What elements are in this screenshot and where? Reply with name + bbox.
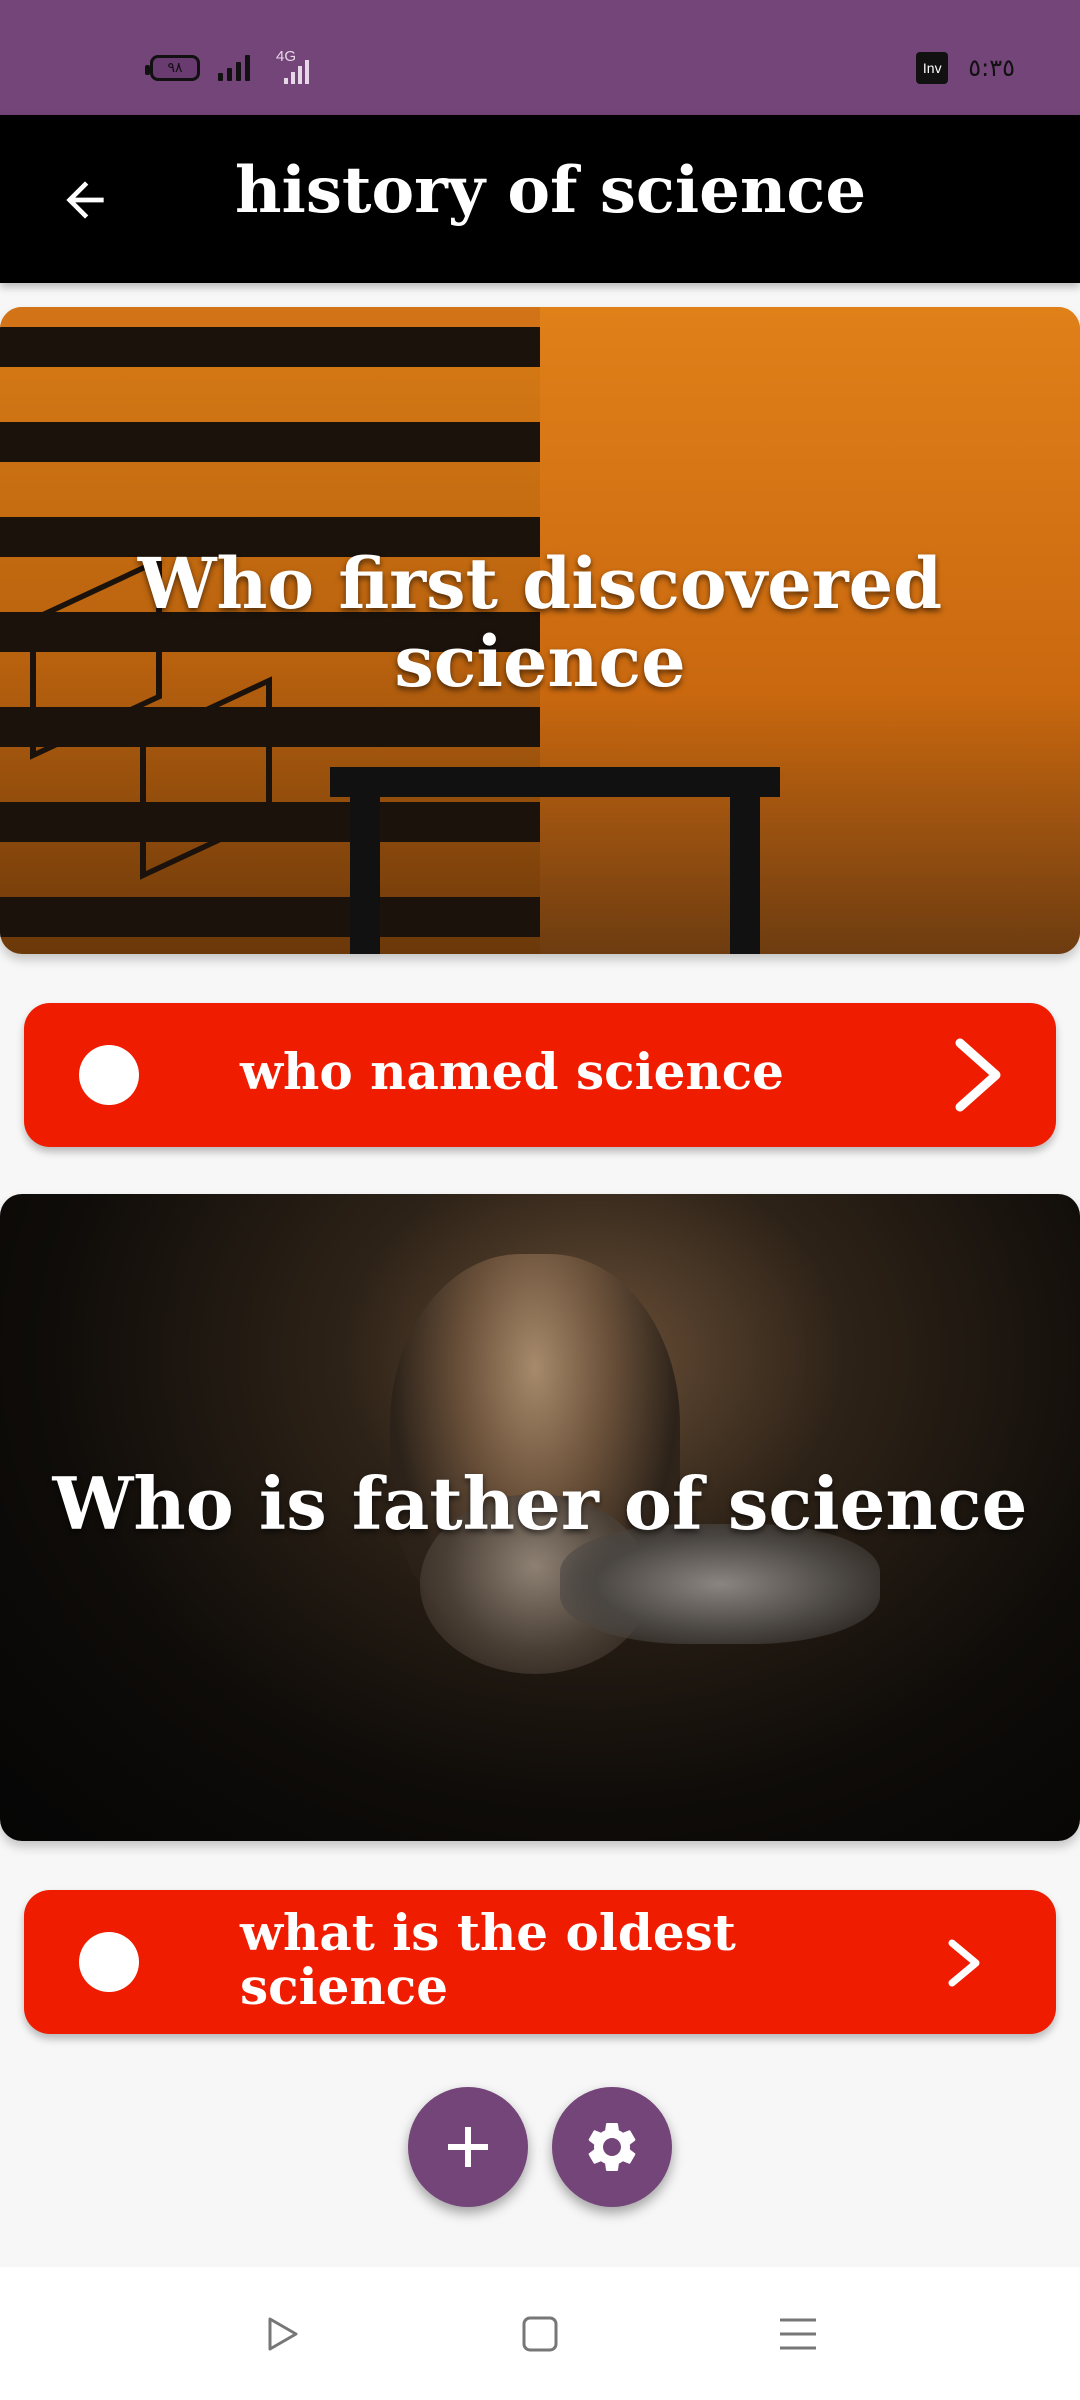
topic-card-first-discovered[interactable]: Who first discovered science	[0, 307, 1080, 954]
nav-home-button[interactable]	[518, 2312, 562, 2356]
topic-button-label: what is the oldest science	[240, 1903, 736, 2016]
menu-lines-icon	[780, 2318, 816, 2350]
nav-back-button[interactable]	[260, 2312, 304, 2356]
app-bar: history of science	[0, 115, 1080, 283]
signal-icon	[218, 55, 250, 81]
network-type-icon: 4G	[268, 48, 324, 84]
bullet-dot-icon	[79, 1932, 139, 1992]
gear-icon	[588, 2123, 636, 2171]
topic-button-label: who named science	[240, 1042, 784, 1101]
nav-menu-button[interactable]	[776, 2312, 820, 2356]
settings-button[interactable]	[552, 2087, 672, 2207]
card-title: Who is father of science	[52, 1461, 1028, 1546]
battery-level: ٩٨	[167, 60, 183, 76]
battery-icon: ٩٨	[145, 55, 200, 81]
topic-button-oldest-science[interactable]: what is the oldest science	[24, 1890, 1056, 2034]
notification-icon: Inv	[916, 52, 949, 84]
arrow-left-icon	[66, 181, 104, 219]
system-nav-bar	[0, 2267, 1080, 2400]
topic-card-father-of-science[interactable]: Who is father of science	[0, 1194, 1080, 1841]
chevron-right-icon	[955, 1038, 1001, 1112]
back-triangle-icon	[268, 2317, 298, 2351]
status-time: ٥:٣٥	[968, 54, 1015, 82]
card-title: Who first discovered science	[137, 542, 943, 703]
add-button[interactable]	[408, 2087, 528, 2207]
status-right-group: Inv ٥:٣٥	[916, 52, 1015, 84]
home-square-icon	[522, 2316, 558, 2352]
chevron-right-icon	[948, 1939, 980, 1987]
status-left-group: ٩٨ 4G	[145, 48, 324, 84]
page-title: history of science	[235, 153, 867, 228]
topic-button-who-named-science[interactable]: who named science	[24, 1003, 1056, 1147]
card-image-table	[330, 767, 780, 954]
plus-icon	[448, 2127, 488, 2167]
back-button[interactable]	[40, 155, 130, 245]
status-bar: ٩٨ 4G Inv ٥:٣٥	[0, 0, 1080, 115]
bullet-dot-icon	[79, 1045, 139, 1105]
